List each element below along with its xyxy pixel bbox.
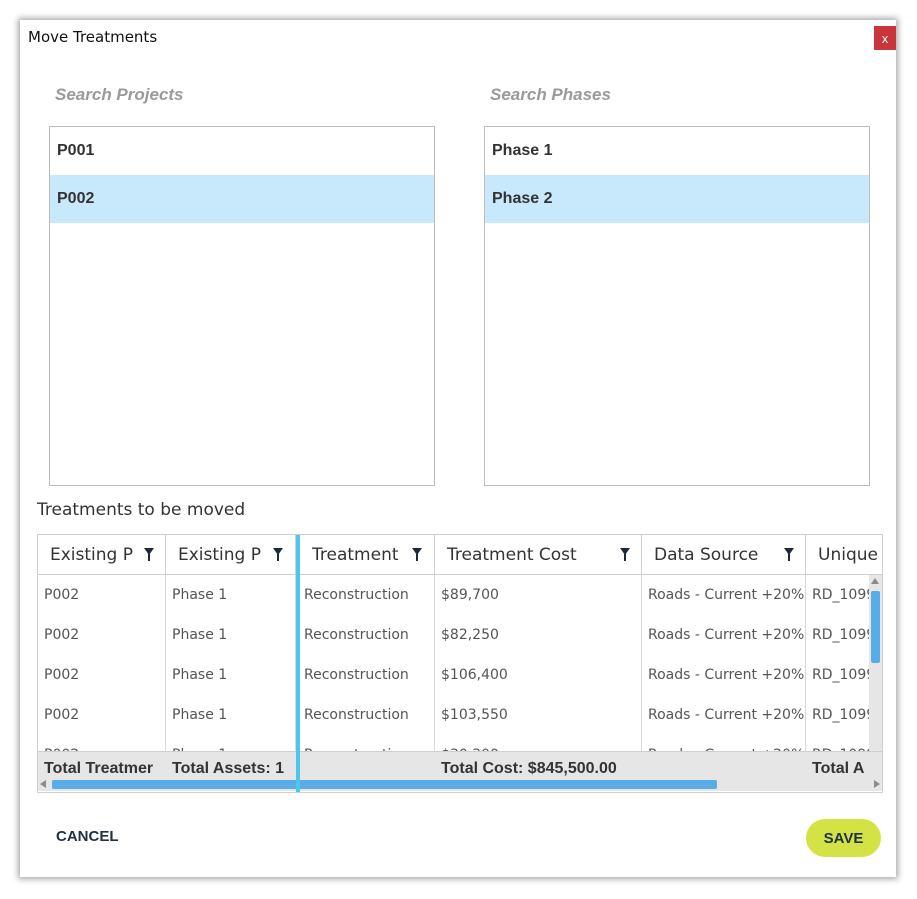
cell-existing-phase: Phase 1 — [166, 575, 296, 615]
scroll-right-icon[interactable] — [874, 780, 880, 788]
cell-existing-project: P002 — [38, 615, 166, 655]
cell-data-source: Roads - Current +20% — [642, 695, 806, 735]
column-header-label: Treatment — [312, 545, 399, 565]
cell-data-source: Roads - Current +20% — [642, 655, 806, 695]
project-item-p002[interactable]: P002 — [50, 175, 434, 223]
dialog-title: Move Treatments — [28, 28, 158, 46]
column-header-label: Unique — [818, 545, 878, 565]
cell-unique: RD_1099 — [812, 627, 869, 643]
horizontal-scrollbar[interactable] — [38, 778, 882, 791]
cell-treatment-cost: $106,400 — [435, 655, 642, 695]
cell-treatment-cost: $82,250 — [435, 615, 642, 655]
filter-icon[interactable] — [144, 548, 154, 561]
filter-icon[interactable] — [273, 548, 283, 561]
scroll-left-icon[interactable] — [40, 780, 46, 788]
total-treatments: Total Treatmer — [44, 760, 154, 777]
treatments-grid: Existing P Existing P Treatment Treatmen… — [37, 534, 883, 793]
cell-unique: RD_1099 — [812, 587, 869, 603]
column-header-label: Existing P — [178, 545, 261, 565]
cell-unique: RD_1099 — [812, 707, 869, 723]
table-row[interactable]: P002 Phase 1 Reconstruction $82,250 Road… — [38, 615, 869, 655]
column-header-label: Treatment Cost — [447, 545, 577, 565]
phase-item-2[interactable]: Phase 2 — [485, 175, 869, 223]
cell-treatment: Reconstruction — [298, 615, 435, 655]
grid-footer: Total Treatmer Total Assets: 1 Total Cos… — [38, 751, 882, 780]
total-cost: Total Cost: $845,500.00 — [441, 760, 617, 777]
projects-list[interactable]: P001 P002 — [49, 126, 435, 486]
column-header-treatment-cost[interactable]: Treatment Cost — [435, 535, 642, 575]
phase-item-1[interactable]: Phase 1 — [485, 127, 869, 175]
cell-treatment: Reconstruction — [298, 575, 435, 615]
column-header-label: Data Source — [654, 545, 759, 565]
total-assets: Total Assets: 1 — [172, 760, 285, 777]
search-phases-label: Search Phases — [490, 85, 611, 104]
scroll-up-icon[interactable] — [871, 578, 879, 584]
cell-treatment-cost: $89,700 — [435, 575, 642, 615]
column-header-label: Existing P — [50, 545, 133, 565]
cell-treatment-cost: $103,550 — [435, 695, 642, 735]
horizontal-scroll-thumb[interactable] — [52, 780, 717, 789]
project-item-p001[interactable]: P001 — [50, 127, 434, 175]
cell-data-source: Roads - Current +20% — [642, 615, 806, 655]
cell-existing-phase: Phase 1 — [166, 695, 296, 735]
search-projects-label: Search Projects — [55, 85, 184, 104]
cell-unique: RD_1099 — [812, 667, 869, 683]
cell-treatment: Reconstruction — [298, 695, 435, 735]
filter-icon[interactable] — [412, 548, 422, 561]
cancel-button[interactable]: CANCEL — [56, 828, 119, 845]
column-header-data-source[interactable]: Data Source — [642, 535, 806, 575]
cell-existing-project: P002 — [38, 655, 166, 695]
treatments-section-label: Treatments to be moved — [37, 500, 246, 520]
column-freeze-divider[interactable] — [296, 535, 300, 792]
save-button[interactable]: SAVE — [806, 819, 881, 857]
move-treatments-dialog: Move Treatments x Search Projects Search… — [20, 20, 896, 877]
cell-treatment: Reconstruction — [298, 655, 435, 695]
filter-icon[interactable] — [784, 548, 794, 561]
cell-existing-project: P002 — [38, 575, 166, 615]
vertical-scroll-thumb[interactable] — [871, 591, 880, 663]
table-row[interactable]: P002 Phase 1 Reconstruction $89,700 Road… — [38, 575, 869, 615]
table-row[interactable]: P002 Phase 1 Reconstruction $103,550 Roa… — [38, 695, 869, 735]
table-row[interactable]: P002 Phase 1 Reconstruction $106,400 Roa… — [38, 655, 869, 695]
column-header-existing-project[interactable]: Existing P — [38, 535, 166, 575]
cell-existing-phase: Phase 1 — [166, 615, 296, 655]
close-button[interactable]: x — [874, 26, 896, 50]
column-header-treatment[interactable]: Treatment — [300, 535, 435, 575]
phases-list[interactable]: Phase 1 Phase 2 — [484, 126, 870, 486]
column-header-unique[interactable]: Unique — [806, 535, 882, 575]
filter-icon[interactable] — [620, 548, 630, 561]
cell-existing-phase: Phase 1 — [166, 655, 296, 695]
total-a: Total A — [812, 760, 865, 777]
cell-existing-project: P002 — [38, 695, 166, 735]
vertical-scrollbar[interactable] — [869, 575, 882, 751]
cell-data-source: Roads - Current +20% — [642, 575, 806, 615]
